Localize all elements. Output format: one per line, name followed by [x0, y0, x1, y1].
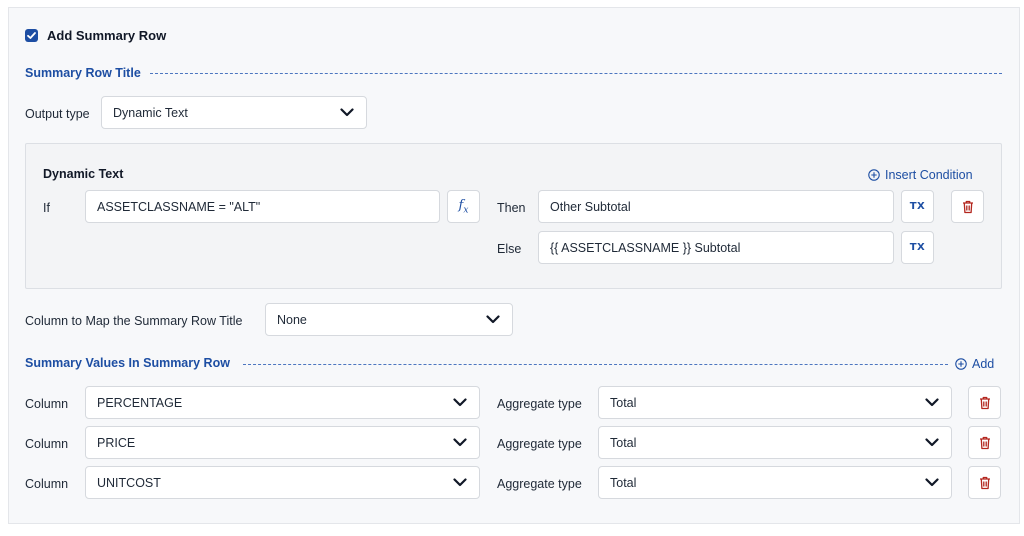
delete-condition-button[interactable] — [951, 190, 984, 223]
summary-values-heading: Summary Values In Summary Row — [25, 356, 230, 370]
aggregate-type-value: Total — [610, 476, 637, 490]
aggregate-type-label: Aggregate type — [497, 397, 582, 411]
then-text-format-button[interactable]: TX — [901, 190, 934, 223]
trash-icon — [979, 396, 990, 409]
aggregate-type-select[interactable]: Total — [598, 386, 952, 419]
then-label: Then — [497, 201, 526, 215]
delete-row-button[interactable] — [968, 466, 1001, 499]
column-label: Column — [25, 437, 69, 451]
output-type-select[interactable]: Dynamic Text — [101, 96, 367, 129]
insert-condition-button[interactable]: Insert Condition — [868, 168, 973, 182]
aggregate-type-value: Total — [610, 436, 637, 450]
chevron-down-icon — [486, 315, 500, 324]
chevron-down-icon — [925, 438, 939, 447]
chevron-down-icon — [453, 438, 467, 447]
plus-circle-icon — [955, 358, 967, 370]
column-value: UNITCOST — [97, 476, 161, 490]
column-select[interactable]: PRICE — [85, 426, 480, 459]
column-label: Column — [25, 397, 69, 411]
column-select[interactable]: PERCENTAGE — [85, 386, 480, 419]
chevron-down-icon — [925, 398, 939, 407]
delete-row-button[interactable] — [968, 426, 1001, 459]
chevron-down-icon — [453, 398, 467, 407]
fx-icon: fx — [458, 197, 469, 216]
then-input[interactable]: Other Subtotal — [538, 190, 894, 223]
trash-icon — [979, 436, 990, 449]
add-summary-value-button[interactable]: Add — [955, 357, 994, 371]
formula-button[interactable]: fx — [447, 190, 480, 223]
chevron-down-icon — [340, 108, 354, 117]
output-type-value: Dynamic Text — [113, 106, 188, 120]
text-format-icon: TX — [909, 201, 926, 212]
then-value: Other Subtotal — [550, 200, 631, 214]
trash-icon — [962, 200, 973, 213]
condition-value: ASSETCLASSNAME = "ALT" — [97, 200, 261, 214]
text-format-icon: TX — [909, 242, 926, 253]
aggregate-type-select[interactable]: Total — [598, 466, 952, 499]
if-label: If — [43, 201, 50, 215]
checkmark-icon — [27, 32, 36, 39]
aggregate-type-label: Aggregate type — [497, 437, 582, 451]
chevron-down-icon — [925, 478, 939, 487]
aggregate-type-value: Total — [610, 396, 637, 410]
aggregate-type-select[interactable]: Total — [598, 426, 952, 459]
else-label: Else — [497, 242, 522, 256]
summary-row-title-heading: Summary Row Title — [25, 66, 141, 80]
plus-circle-icon — [868, 169, 880, 181]
else-value: {{ ASSETCLASSNAME }} Subtotal — [550, 241, 741, 255]
column-value: PERCENTAGE — [97, 396, 183, 410]
column-label: Column — [25, 477, 69, 491]
section-divider — [150, 73, 1002, 74]
else-input[interactable]: {{ ASSETCLASSNAME }} Subtotal — [538, 231, 894, 264]
condition-input[interactable]: ASSETCLASSNAME = "ALT" — [85, 190, 440, 223]
insert-condition-label: Insert Condition — [885, 168, 973, 182]
chevron-down-icon — [453, 478, 467, 487]
add-label: Add — [972, 357, 995, 371]
section-divider — [243, 364, 948, 365]
delete-row-button[interactable] — [968, 386, 1001, 419]
map-column-select[interactable]: None — [265, 303, 513, 336]
add-summary-row-checkbox[interactable] — [25, 29, 38, 42]
trash-icon — [979, 476, 990, 489]
map-column-label: Column to Map the Summary Row Title — [25, 314, 243, 328]
aggregate-type-label: Aggregate type — [497, 477, 582, 491]
output-type-label: Output type — [25, 107, 90, 121]
else-text-format-button[interactable]: TX — [901, 231, 934, 264]
map-column-value: None — [277, 313, 307, 327]
column-select[interactable]: UNITCOST — [85, 466, 480, 499]
dynamic-text-heading: Dynamic Text — [43, 167, 124, 181]
add-summary-row-label: Add Summary Row — [47, 28, 167, 43]
column-value: PRICE — [97, 436, 136, 450]
